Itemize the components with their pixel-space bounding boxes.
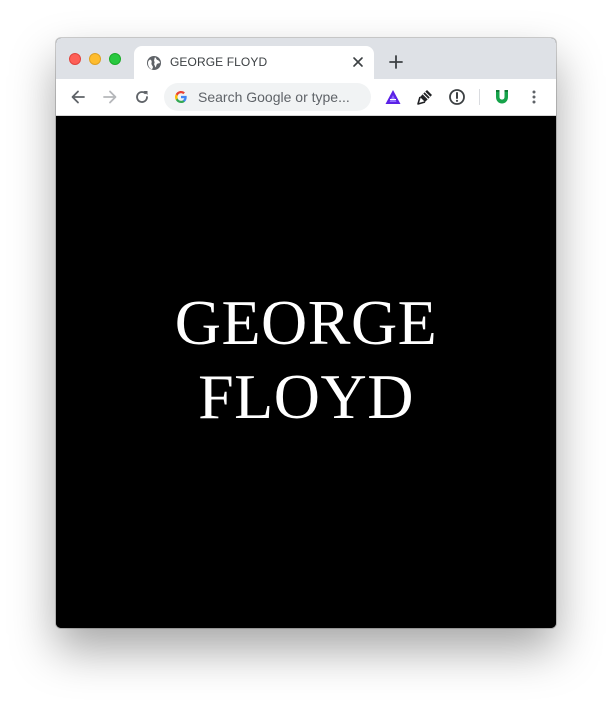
google-g-icon (175, 91, 187, 103)
shield-extension-icon[interactable] (493, 88, 511, 106)
info-extension-icon[interactable] (448, 88, 466, 106)
close-tab-icon[interactable] (350, 54, 366, 70)
kebab-menu-icon[interactable] (525, 88, 543, 106)
page-content: GEORGE FLOYD (56, 116, 556, 628)
headline-line-2: FLOYD (198, 361, 414, 432)
toolbar-separator (479, 89, 480, 105)
tab-title: GEORGE FLOYD (170, 55, 268, 69)
reload-icon[interactable] (133, 88, 151, 106)
globe-icon (147, 56, 161, 70)
page-headline: GEORGE FLOYD (56, 286, 556, 434)
browser-window: GEORGE FLOYD Search Google or type... GE… (56, 38, 556, 628)
tab-strip: GEORGE FLOYD (56, 38, 556, 79)
headline-line-1: GEORGE (174, 287, 438, 358)
new-tab-icon[interactable] (387, 53, 405, 71)
forward-arrow-icon[interactable] (101, 88, 119, 106)
triangle-extension-icon[interactable] (384, 88, 402, 106)
window-maximize-button[interactable] (109, 53, 121, 65)
address-bar[interactable] (164, 83, 371, 111)
window-minimize-button[interactable] (89, 53, 101, 65)
back-arrow-icon[interactable] (69, 88, 87, 106)
brush-extension-icon[interactable] (416, 88, 434, 106)
search-input[interactable] (198, 87, 363, 107)
active-tab[interactable]: GEORGE FLOYD (134, 46, 374, 79)
browser-toolbar (56, 79, 556, 116)
window-close-button[interactable] (69, 53, 81, 65)
